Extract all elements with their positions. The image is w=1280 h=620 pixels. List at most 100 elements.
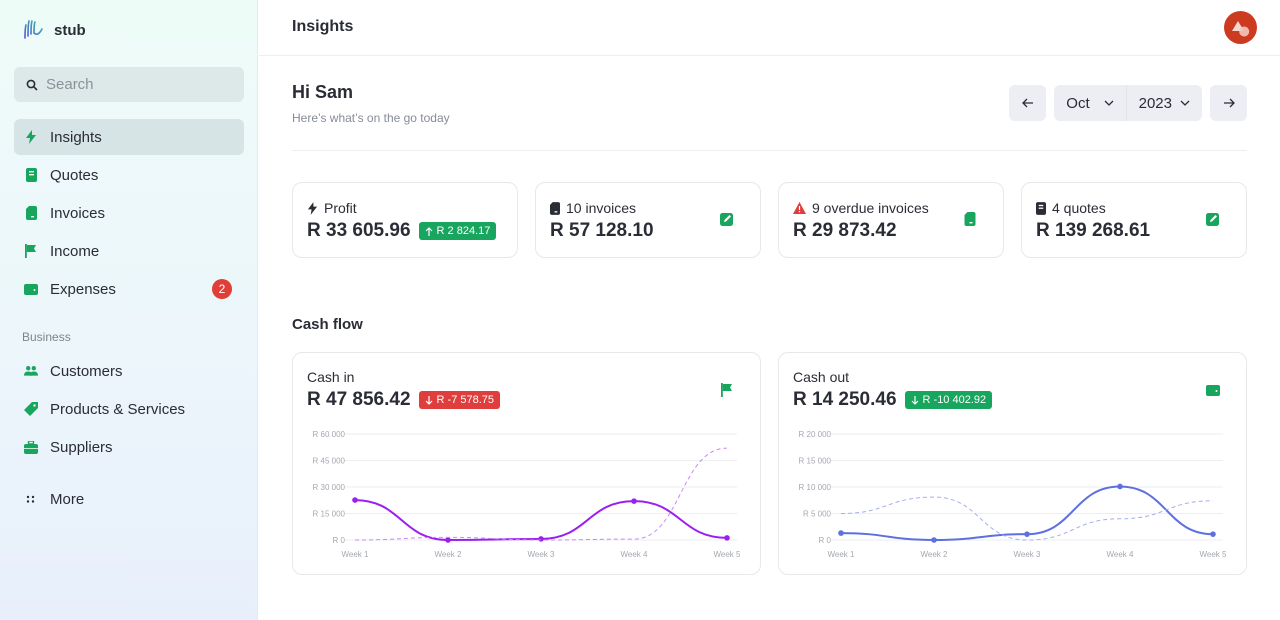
edit-icon[interactable]: [1206, 212, 1220, 226]
arrow-right-icon: [1223, 98, 1235, 108]
delta-value: R 2 824.17: [436, 225, 491, 237]
bolt-icon: [24, 130, 38, 144]
app-name: stub: [54, 21, 86, 39]
previous-month-button[interactable]: [1009, 85, 1047, 121]
stat-label: 10 invoices: [566, 200, 637, 216]
y-tick-label: R 0: [819, 536, 832, 545]
tag-icon: [24, 402, 38, 416]
y-tick-label: R 45 000: [313, 457, 346, 466]
arrow-up-icon: [425, 226, 432, 236]
sidebar-item-label: Insights: [50, 128, 102, 146]
x-tick-label: Week 3: [1014, 550, 1042, 559]
sidebar-item-more[interactable]: More: [14, 481, 244, 517]
stat-card-profit[interactable]: Profit R 33 605.96 R 2 824.17: [292, 182, 518, 258]
y-tick-label: R 5 000: [803, 510, 832, 519]
stat-card-invoices[interactable]: 10 invoices R 57 128.10: [535, 182, 761, 258]
date-navigator: Oct 2023: [1009, 85, 1247, 121]
cash-out-label: Cash out: [793, 369, 850, 385]
delta-value: R -10 402.92: [922, 394, 987, 406]
data-point: [445, 537, 451, 543]
document-icon: [24, 168, 38, 182]
sidebar-item-expenses[interactable]: Expenses 2: [14, 271, 244, 307]
top-bar: Insights: [259, 0, 1280, 56]
x-tick-label: Week 1: [828, 550, 856, 559]
y-tick-label: R 0: [333, 536, 346, 545]
search-icon: [26, 79, 38, 91]
x-tick-label: Week 1: [342, 550, 370, 559]
flag-icon: [24, 244, 38, 258]
delta-value: R -7 578.75: [436, 394, 495, 406]
x-tick-label: Week 3: [528, 550, 556, 559]
y-tick-label: R 60 000: [313, 430, 346, 439]
sidebar-item-label: More: [50, 490, 85, 508]
cash-out-value: R 14 250.46: [793, 389, 897, 410]
month-select[interactable]: Oct: [1054, 85, 1125, 121]
stat-label: 9 overdue invoices: [812, 200, 929, 216]
sidebar-item-income[interactable]: Income: [14, 233, 244, 269]
x-tick-label: Week 4: [621, 550, 649, 559]
greeting-subtitle: Here’s what’s on the go today: [292, 111, 450, 125]
sidebar-item-quotes[interactable]: Quotes: [14, 157, 244, 193]
data-point: [931, 537, 937, 543]
stat-label: 4 quotes: [1052, 200, 1106, 216]
year-select[interactable]: 2023: [1125, 85, 1202, 121]
cash-flow-title: Cash flow: [292, 316, 363, 333]
delta-badge: R -10 402.92: [904, 391, 993, 409]
arrow-down-icon: [911, 395, 918, 405]
x-tick-label: Week 5: [714, 550, 742, 559]
stat-value: R 57 128.10: [550, 220, 654, 241]
y-tick-label: R 15 000: [313, 510, 346, 519]
cash-in-value: R 47 856.42: [307, 389, 411, 410]
sidebar-item-invoices[interactable]: Invoices: [14, 195, 244, 231]
data-point: [724, 535, 730, 541]
section-label-business: Business: [22, 330, 71, 344]
current-period-line: [354, 499, 728, 542]
invoice-icon[interactable]: [963, 212, 977, 226]
previous-period-line: [354, 447, 728, 541]
sidebar-item-label: Invoices: [50, 204, 106, 222]
y-tick-label: R 10 000: [799, 483, 832, 492]
date-select-group: Oct 2023: [1054, 85, 1202, 121]
shapes-logo-icon: [1231, 20, 1249, 36]
edit-icon[interactable]: [720, 212, 734, 226]
cash-in-label: Cash in: [307, 369, 355, 385]
sidebar-item-customers[interactable]: Customers: [14, 353, 244, 389]
page-title: Insights: [292, 18, 354, 35]
sidebar-item-suppliers[interactable]: Suppliers: [14, 429, 244, 465]
x-tick-label: Week 2: [435, 550, 463, 559]
invoice-icon: [550, 201, 560, 215]
next-month-button[interactable]: [1210, 85, 1247, 121]
sidebar: stub Insights Quotes Invoices Income Exp…: [0, 0, 258, 620]
data-point: [538, 536, 544, 542]
bolt-icon: [307, 201, 318, 215]
wallet-icon[interactable]: [1206, 383, 1220, 397]
cash-in-card: Cash in R 47 856.42 R -7 578.75 R 0 R 15 …: [292, 352, 761, 575]
search-box[interactable]: [14, 67, 244, 102]
stat-card-quotes[interactable]: 4 quotes R 139 268.61: [1021, 182, 1247, 258]
sidebar-item-label: Suppliers: [50, 438, 113, 456]
sidebar-item-insights[interactable]: Insights: [14, 119, 244, 155]
avatar[interactable]: [1224, 11, 1257, 44]
stat-value: R 139 268.61: [1036, 220, 1151, 241]
chevron-down-icon: [1180, 100, 1190, 106]
expenses-count-badge: 2: [212, 279, 232, 299]
invoice-icon: [24, 206, 38, 220]
arrow-down-icon: [425, 395, 432, 405]
data-point: [352, 497, 358, 503]
y-tick-label: R 20 000: [799, 430, 832, 439]
delta-badge: R 2 824.17: [418, 222, 497, 240]
warning-icon: [793, 202, 806, 214]
x-tick-label: Week 5: [1200, 550, 1228, 559]
y-tick-label: R 15 000: [799, 457, 832, 466]
users-icon: [24, 364, 38, 378]
flag-icon[interactable]: [720, 383, 734, 397]
stat-card-overdue-invoices[interactable]: 9 overdue invoices R 29 873.42: [778, 182, 1004, 258]
arrow-left-icon: [1021, 98, 1033, 108]
search-input[interactable]: [46, 76, 226, 93]
sidebar-item-products-services[interactable]: Products & Services: [14, 391, 244, 427]
chevron-down-icon: [1104, 100, 1114, 106]
logo[interactable]: stub: [22, 18, 86, 42]
greeting-title: Hi Sam: [292, 82, 354, 102]
data-point: [838, 530, 844, 536]
cash-in-chart: R 0 R 15 000 R 30 000 R 45 000 R 60 000 Week …: [313, 430, 742, 559]
